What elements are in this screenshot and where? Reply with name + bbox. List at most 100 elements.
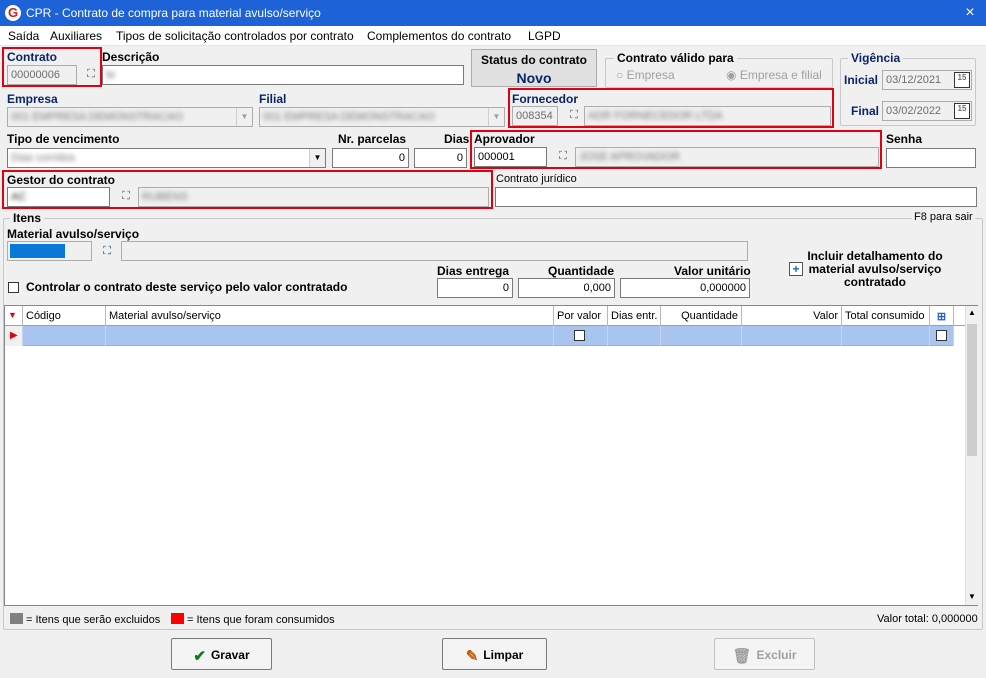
filial-select[interactable]: 001 EMPRESA DEMONSTRACAO ▼ — [259, 107, 505, 127]
aprovador-name-input[interactable]: JOSE APROVADOR — [575, 147, 879, 167]
dias-entrega-input[interactable]: 0 — [437, 278, 513, 298]
calendar-icon[interactable]: 15 — [954, 103, 970, 119]
empresa-select[interactable]: 001 EMPRESA DEMONSTRACAO ▼ — [7, 107, 253, 127]
binoculars-icon[interactable]: ⛶ — [98, 241, 116, 261]
dias-input[interactable]: 0 — [414, 148, 467, 168]
gravar-label: Gravar — [210, 648, 250, 663]
quantidade-label: Quantidade — [548, 264, 615, 278]
scroll-down-icon[interactable]: ▼ — [966, 592, 978, 601]
col-dias-entr[interactable]: Dias entr. — [608, 306, 661, 326]
filial-label: Filial — [259, 92, 287, 106]
scroll-up-icon[interactable]: ▲ — [966, 308, 978, 317]
gestor-name-input[interactable]: RUBENS — [138, 187, 489, 207]
contrato-input[interactable]: 00000006 — [7, 65, 77, 85]
row-indicator-icon: ▶ — [5, 326, 23, 346]
radio-empresa-filial-label: Empresa e filial — [739, 68, 822, 82]
descricao-value: te — [106, 69, 116, 81]
dias-entrega-label: Dias entrega — [437, 264, 510, 278]
excluir-button[interactable]: 🗑 Excluir — [714, 638, 815, 670]
binoculars-icon[interactable]: ⛶ — [117, 186, 135, 206]
chevron-down-icon[interactable]: ▼ — [488, 108, 504, 126]
sort-icon[interactable]: ▼ — [5, 306, 23, 326]
add-column-icon[interactable]: ⊞ — [930, 306, 954, 326]
binoculars-icon[interactable]: ⛶ — [82, 64, 100, 84]
menu-saida[interactable]: Saída — [8, 29, 39, 43]
excluir-label: Excluir — [756, 648, 797, 663]
items-grid[interactable]: ▼ Código Material avulso/serviço Por val… — [4, 305, 978, 606]
controlar-label: Controlar o contrato deste serviço pelo … — [26, 280, 348, 294]
vencimento-select[interactable]: Dias corridos ▼ — [7, 148, 326, 168]
menu-auxiliares[interactable]: Auxiliares — [50, 29, 102, 43]
contrato-label: Contrato — [7, 50, 57, 64]
row-por-valor[interactable] — [554, 326, 608, 346]
menu-tipos-solicitacao[interactable]: Tipos de solicitação controlados por con… — [116, 29, 354, 43]
fornecedor-name-value: ADR FORNECEDOR LTDA — [588, 110, 723, 122]
quantidade-input[interactable]: 0,000 — [518, 278, 615, 298]
calendar-icon[interactable]: 15 — [954, 72, 970, 88]
vigencia-inicial-label: Inicial — [844, 73, 879, 87]
row-valor[interactable] — [742, 326, 842, 346]
close-icon[interactable]: × — [958, 2, 982, 24]
row-extra-checkbox[interactable] — [936, 330, 947, 341]
row-codigo[interactable] — [23, 326, 106, 346]
status-panel: Status do contrato Novo — [471, 49, 597, 87]
vertical-scrollbar[interactable]: ▲ ▼ — [965, 306, 978, 605]
limpar-button[interactable]: ✎ Limpar — [442, 638, 547, 670]
row-total-consumido[interactable] — [842, 326, 930, 346]
gestor-code-input[interactable]: AC — [7, 187, 110, 207]
row-material[interactable] — [106, 326, 554, 346]
vigencia-final-value: 03/02/2022 — [886, 105, 942, 117]
binoculars-icon[interactable]: ⛶ — [554, 146, 572, 166]
row-por-valor-checkbox[interactable] — [574, 330, 585, 341]
parcelas-input[interactable]: 0 — [332, 148, 409, 168]
aprovador-name-value: JOSE APROVADOR — [579, 151, 680, 163]
fornecedor-name-input[interactable]: ADR FORNECEDOR LTDA — [584, 106, 831, 126]
col-valor[interactable]: Valor — [742, 306, 842, 326]
gestor-label: Gestor do contrato — [7, 173, 116, 187]
row-dias-entr[interactable] — [608, 326, 661, 346]
col-codigo[interactable]: Código — [23, 306, 106, 326]
legend-consumidos: = Itens que foram consumidos — [171, 613, 335, 626]
valor-unitario-input[interactable]: 0,000000 — [620, 278, 750, 298]
col-total-consumido[interactable]: Total consumido — [842, 306, 930, 326]
col-material[interactable]: Material avulso/serviço — [106, 306, 554, 326]
scroll-thumb[interactable] — [967, 324, 977, 456]
material-name-input[interactable] — [121, 241, 748, 261]
radio-empresa-filial[interactable]: ◉ Empresa e filial — [726, 68, 822, 82]
binoculars-icon[interactable]: ⛶ — [565, 105, 583, 125]
gravar-button[interactable]: ✔ Gravar — [171, 638, 272, 670]
radio-empresa[interactable]: ○ Empresa — [616, 68, 675, 82]
itens-label: Itens — [10, 211, 45, 225]
menu-lgpd[interactable]: LGPD — [528, 29, 561, 43]
trash-icon: 🗑 — [732, 648, 752, 665]
row-extra[interactable] — [930, 326, 954, 346]
window-title: CPR - Contrato de compra para material a… — [26, 6, 321, 20]
row-quantidade[interactable] — [661, 326, 742, 346]
incluir-detalhamento-button[interactable]: Incluir detalhamento do material avulso/… — [805, 250, 945, 289]
fornecedor-code-input[interactable]: 008354 — [512, 106, 558, 126]
aprovador-code-input[interactable]: 000001 — [474, 147, 547, 167]
vencimento-label: Tipo de vencimento — [7, 132, 120, 146]
vigencia-final-label: Final — [851, 104, 880, 118]
chevron-down-icon[interactable]: ▼ — [236, 108, 252, 126]
legend-red-swatch — [171, 613, 184, 624]
juridico-label: Contrato jurídico — [496, 173, 577, 185]
menu-complementos[interactable]: Complementos do contrato — [367, 29, 511, 43]
table-row[interactable]: ▶ — [5, 326, 954, 346]
check-icon: ✔ — [193, 648, 206, 665]
vigencia-final-input[interactable]: 03/02/2022 15 — [882, 101, 972, 121]
legend-excluidos: = Itens que serão excluidos — [10, 613, 160, 626]
grid-header: ▼ Código Material avulso/serviço Por val… — [5, 306, 965, 326]
col-por-valor[interactable]: Por valor — [554, 306, 608, 326]
controlar-checkbox[interactable] — [8, 282, 19, 293]
add-detail-icon[interactable]: + — [789, 262, 803, 276]
chevron-down-icon[interactable]: ▼ — [309, 149, 325, 167]
juridico-input[interactable] — [495, 187, 977, 207]
vigencia-inicial-input[interactable]: 03/12/2021 15 — [882, 70, 972, 90]
legend-gray-swatch — [10, 613, 23, 624]
senha-input[interactable] — [886, 148, 976, 168]
col-quantidade[interactable]: Quantidade — [661, 306, 742, 326]
valido-label: Contrato válido para — [614, 51, 737, 65]
material-code-input[interactable] — [7, 241, 92, 261]
descricao-input[interactable]: te — [102, 65, 464, 85]
